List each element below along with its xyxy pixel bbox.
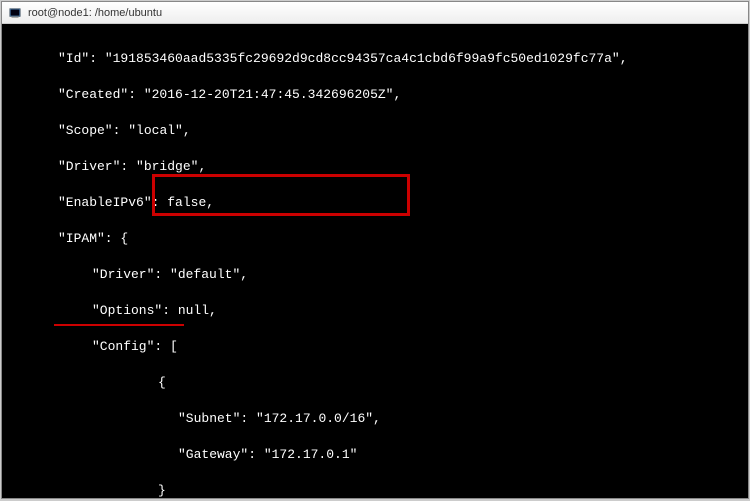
json-val-ipam-options: null, [178, 303, 217, 318]
json-key-ipam-config: "Config": [ [92, 339, 178, 354]
json-val-id: "191853460aad5335fc29692d9cd8cc94357ca4c… [105, 51, 628, 66]
brace-open: { [158, 375, 166, 390]
json-key-gateway: "Gateway": [178, 447, 256, 462]
title-bar[interactable]: root@node1: /home/ubuntu [2, 2, 748, 24]
json-key-driver: "Driver": [58, 159, 128, 174]
json-val-gateway: "172.17.0.1" [264, 447, 358, 462]
json-key-ipam-options: "Options": [92, 303, 170, 318]
json-key-enableipv6: "EnableIPv6": [58, 195, 159, 210]
json-key-created: "Created": [58, 87, 136, 102]
json-key-subnet: "Subnet": [178, 411, 248, 426]
json-key-ipam-driver: "Driver": [92, 267, 162, 282]
json-val-created: "2016-12-20T21:47:45.342696205Z", [144, 87, 401, 102]
terminal-window: root@node1: /home/ubuntu "Id": "19185346… [1, 1, 749, 499]
json-key-id: "Id": [58, 51, 97, 66]
json-val-driver: "bridge", [136, 159, 206, 174]
json-key-scope: "Scope": [58, 123, 120, 138]
json-key-ipam: "IPAM": { [58, 231, 128, 246]
brace-close: } [158, 483, 166, 498]
window-title: root@node1: /home/ubuntu [28, 7, 162, 19]
json-val-subnet: "172.17.0.0/16", [256, 411, 381, 426]
json-val-scope: "local", [128, 123, 190, 138]
annotation-red-underline [54, 324, 184, 326]
json-val-ipam-driver: "default", [170, 267, 248, 282]
putty-icon [8, 6, 22, 20]
json-val-enableipv6: false, [167, 195, 214, 210]
terminal-body[interactable]: "Id": "191853460aad5335fc29692d9cd8cc943… [2, 24, 748, 498]
